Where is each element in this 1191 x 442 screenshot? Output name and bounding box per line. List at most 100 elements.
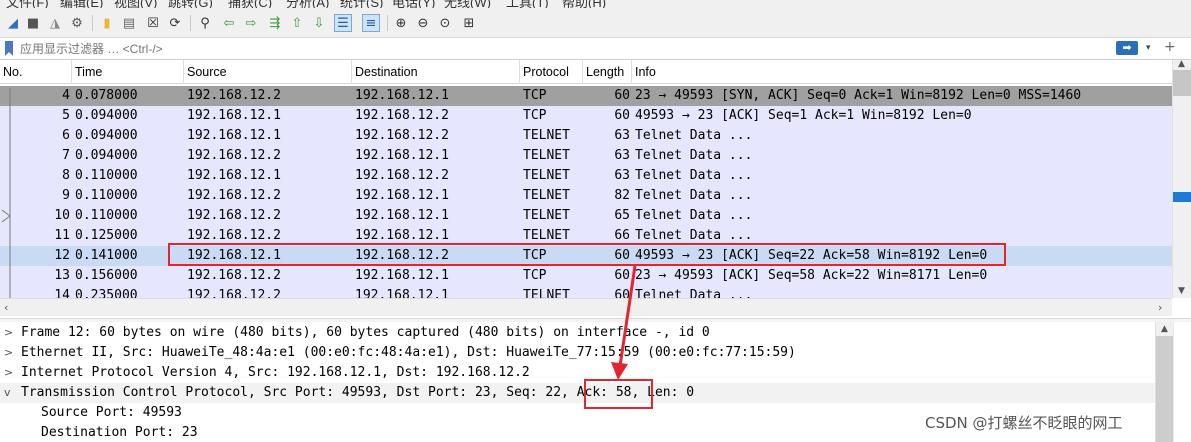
menu-capture[interactable]: 捕获(C) <box>228 0 272 8</box>
menu-telephony[interactable]: 电话(Y) <box>392 0 435 8</box>
table-row[interactable]: 13 0.156000 192.168.12.2 192.168.12.1 TC… <box>0 266 1172 286</box>
menu-file[interactable]: 文件(F) <box>6 0 49 8</box>
add-filter-button[interactable]: + <box>1164 39 1178 55</box>
close-file-icon[interactable]: ☒ <box>144 14 162 32</box>
stop-icon[interactable]: ■ <box>24 14 42 32</box>
resize-columns-icon[interactable]: ⊞ <box>460 14 478 32</box>
menu-bar: 文件(F) 编辑(E) 视图(V) 跳转(G) 捕获(C) 分析(A) 统计(S… <box>0 0 1191 8</box>
last-packet-icon[interactable]: ⇩ <box>310 14 328 32</box>
search-icon[interactable]: ⚲ <box>196 14 214 32</box>
first-packet-icon[interactable]: ⇧ <box>288 14 306 32</box>
scroll-thumb[interactable] <box>1156 336 1174 442</box>
options-gear-icon[interactable]: ⚙ <box>68 14 86 32</box>
zoom-normal-icon[interactable]: ⊙ <box>436 14 454 32</box>
cell-destination: 192.168.12.1 <box>355 208 449 223</box>
table-row[interactable]: 14 0.235000 192.168.12.2 192.168.12.1 TE… <box>0 286 1172 298</box>
shark-fin-start-icon[interactable]: ◢ <box>4 14 22 32</box>
cell-length: 60 <box>614 88 630 103</box>
highlight-box-packet-12 <box>168 243 1006 266</box>
table-row[interactable]: 6 0.094000 192.168.12.1 192.168.12.2 TEL… <box>0 126 1172 146</box>
packet-list-vertical-scrollbar[interactable]: ▲ ▼ <box>1172 59 1191 298</box>
watermark: CSDN @打螺丝不眨眼的网工 <box>925 414 1123 432</box>
tree-item-ipv4[interactable]: > Internet Protocol Version 4, Src: 192.… <box>0 363 1155 383</box>
cell-protocol: TCP <box>523 88 547 103</box>
cell-length: 60 <box>614 268 630 283</box>
tree-item-frame[interactable]: > Frame 12: 60 bytes on wire (480 bits),… <box>0 323 1155 343</box>
cell-protocol: TELNET <box>523 288 570 298</box>
cell-time: 0.094000 <box>75 128 138 143</box>
column-header-destination[interactable]: Destination <box>352 60 520 84</box>
cell-time: 0.141000 <box>75 248 138 263</box>
column-header-info[interactable]: Info <box>632 60 1172 84</box>
expand-icon[interactable]: > <box>4 323 16 343</box>
menu-analyze[interactable]: 分析(A) <box>286 0 329 8</box>
column-header-source[interactable]: Source <box>184 60 352 84</box>
cell-length: 63 <box>614 148 630 163</box>
column-header-length[interactable]: Length <box>583 60 632 84</box>
open-folder-icon[interactable]: ▮ <box>98 14 116 32</box>
expand-icon[interactable]: > <box>4 343 16 363</box>
bookmark-icon[interactable] <box>4 41 14 56</box>
tree-item-ethernet[interactable]: > Ethernet II, Src: HuaweiTe_48:4a:e1 (0… <box>0 343 1155 363</box>
back-arrow-icon[interactable]: ⇦ <box>220 14 238 32</box>
menu-help[interactable]: 帮助(H) <box>562 0 606 8</box>
column-header-no[interactable]: No. <box>0 60 72 84</box>
cell-destination: 192.168.12.2 <box>355 108 449 123</box>
autoscroll-icon[interactable]: ☰ <box>334 14 352 32</box>
cell-info: 49593 → 23 [ACK] Seq=1 Ack=1 Win=8192 Le… <box>635 108 972 123</box>
column-header-protocol[interactable]: Protocol <box>520 60 583 84</box>
cell-protocol: TELNET <box>523 188 570 203</box>
cell-source: 192.168.12.2 <box>187 148 281 163</box>
table-row[interactable]: 10 0.110000 192.168.12.2 192.168.12.1 TE… <box>0 206 1172 226</box>
table-row[interactable]: 8 0.110000 192.168.12.1 192.168.12.2 TEL… <box>0 166 1172 186</box>
restart-icon[interactable]: ◮ <box>46 14 64 32</box>
table-row[interactable]: 9 0.110000 192.168.12.2 192.168.12.1 TEL… <box>0 186 1172 206</box>
cell-length: 63 <box>614 168 630 183</box>
display-filter-input[interactable] <box>20 41 1110 57</box>
save-file-icon[interactable]: ▤ <box>120 14 138 32</box>
forward-arrow-icon[interactable]: ⇨ <box>242 14 260 32</box>
scroll-right-icon[interactable]: › <box>1158 301 1162 314</box>
scroll-up-icon[interactable]: ▲ <box>1161 324 1168 334</box>
table-row[interactable]: 7 0.094000 192.168.12.2 192.168.12.1 TEL… <box>0 146 1172 166</box>
menu-go[interactable]: 跳转(G) <box>168 0 213 8</box>
table-row[interactable]: 5 0.094000 192.168.12.1 192.168.12.2 TCP… <box>0 106 1172 126</box>
apply-filter-arrow-icon[interactable]: ➡ <box>1116 41 1138 55</box>
cell-time: 0.110000 <box>75 208 138 223</box>
packet-list-horizontal-scrollbar[interactable]: ‹ › <box>0 298 1172 316</box>
zoom-out-icon[interactable]: ⊖ <box>414 14 432 32</box>
selected-packet-marker <box>1173 192 1191 202</box>
toolbar-separator <box>387 15 388 31</box>
reload-icon[interactable]: ⟳ <box>166 14 184 32</box>
menu-statistics[interactable]: 统计(S) <box>340 0 383 8</box>
chevron-down-icon[interactable]: ▾ <box>1146 41 1158 55</box>
cell-length: 82 <box>614 188 630 203</box>
tree-item-label: Source Port: 49593 <box>41 405 182 420</box>
expand-icon[interactable]: > <box>4 363 16 383</box>
zoom-in-icon[interactable]: ⊕ <box>392 14 410 32</box>
tree-item-tcp[interactable]: v Transmission Control Protocol, Src Por… <box>0 383 1155 403</box>
cell-info: Telnet Data ... <box>635 128 753 143</box>
scroll-down-icon[interactable]: ▼ <box>1178 286 1185 296</box>
menu-wireless[interactable]: 无线(W) <box>444 0 491 8</box>
scroll-thumb[interactable] <box>1173 70 1191 96</box>
scroll-left-icon[interactable]: ‹ <box>4 301 8 314</box>
cell-destination: 192.168.12.1 <box>355 188 449 203</box>
cell-info: 23 → 49593 [ACK] Seq=58 Ack=22 Win=8171 … <box>635 268 988 283</box>
column-header-time[interactable]: Time <box>72 60 184 84</box>
colorize-icon[interactable]: ≡ <box>362 14 380 32</box>
cell-length: 60 <box>614 108 630 123</box>
menu-view[interactable]: 视图(V) <box>114 0 157 8</box>
collapse-icon[interactable]: v <box>4 383 16 403</box>
cell-protocol: TELNET <box>523 208 570 223</box>
cell-info: Telnet Data ... <box>635 168 753 183</box>
cell-protocol: TELNET <box>523 128 570 143</box>
menu-edit[interactable]: 编辑(E) <box>60 0 103 8</box>
table-row[interactable]: 4 0.078000 192.168.12.2 192.168.12.1 TCP… <box>0 86 1172 106</box>
toolbar-separator <box>190 15 191 31</box>
scroll-up-icon[interactable]: ▲ <box>1178 59 1185 69</box>
details-vertical-scrollbar[interactable]: ▲ <box>1155 322 1174 442</box>
menu-tools[interactable]: 工具(T) <box>506 0 549 8</box>
cell-destination: 192.168.12.2 <box>355 168 449 183</box>
goto-packet-icon[interactable]: ⇶ <box>266 14 284 32</box>
